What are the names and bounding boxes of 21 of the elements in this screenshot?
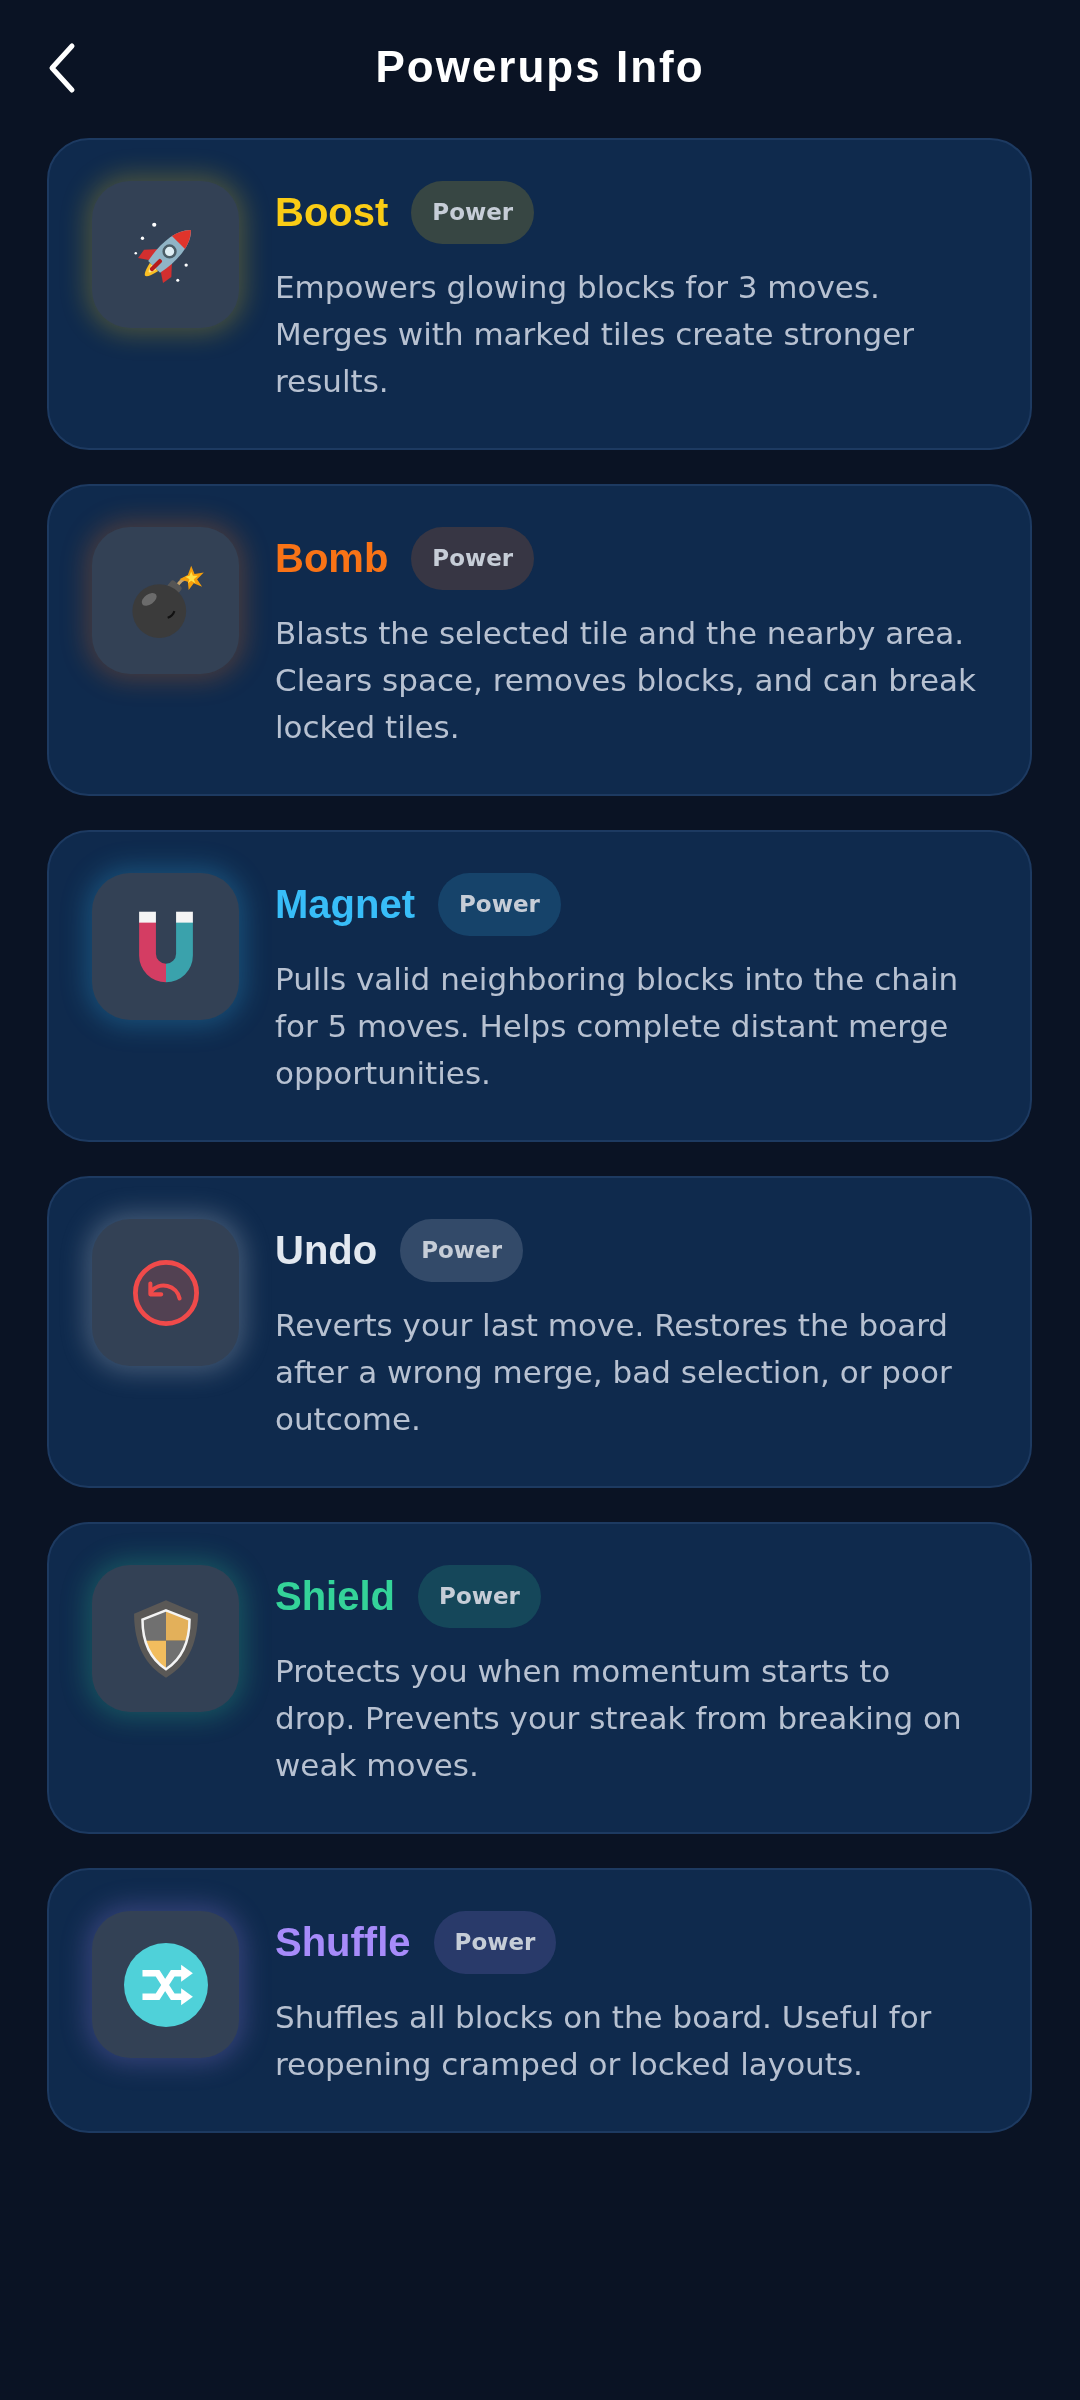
page-title: Powerups Info: [375, 42, 705, 92]
power-badge: Power: [411, 527, 535, 590]
powerup-name: Shuffle: [275, 1920, 411, 1965]
power-badge: Power: [438, 873, 561, 936]
powerup-name: Magnet: [275, 882, 415, 927]
powerup-name: Undo: [275, 1228, 378, 1273]
shuffle-icon: [123, 1942, 208, 2027]
powerup-description: Protects you when momentum starts to drop. Prevents your streak from breaking on weak moves.: [275, 1652, 963, 1785]
powerup-description: Pulls valid neighboring blocks into the chain for 5 moves. Helps complete distant merge opportunities.: [275, 960, 960, 1093]
power-badge: Power: [418, 1565, 541, 1628]
powerup-description: Blasts the selected tile and the nearby area. Clears space, removes blocks, and can break locked tiles.: [275, 614, 978, 747]
power-badge: Power: [433, 1911, 557, 1974]
power-badge: Power: [411, 181, 535, 244]
powerup-name: Shield: [275, 1574, 396, 1619]
powerup-description: Reverts your last move. Restores the board after a wrong merge, bad selection, or poor outcome.: [275, 1306, 953, 1439]
undo-icon: [131, 1258, 200, 1327]
powerup-name: Boost: [275, 190, 389, 235]
powerup-description: Shuffles all blocks on the board. Useful for reopening cramped or locked layouts.: [275, 1998, 933, 2084]
powerup-name: Bomb: [275, 536, 389, 581]
power-badge: Power: [400, 1219, 524, 1282]
powerup-description: Empowers glowing blocks for 3 moves. Merges with marked tiles create stronger results.: [275, 268, 915, 401]
